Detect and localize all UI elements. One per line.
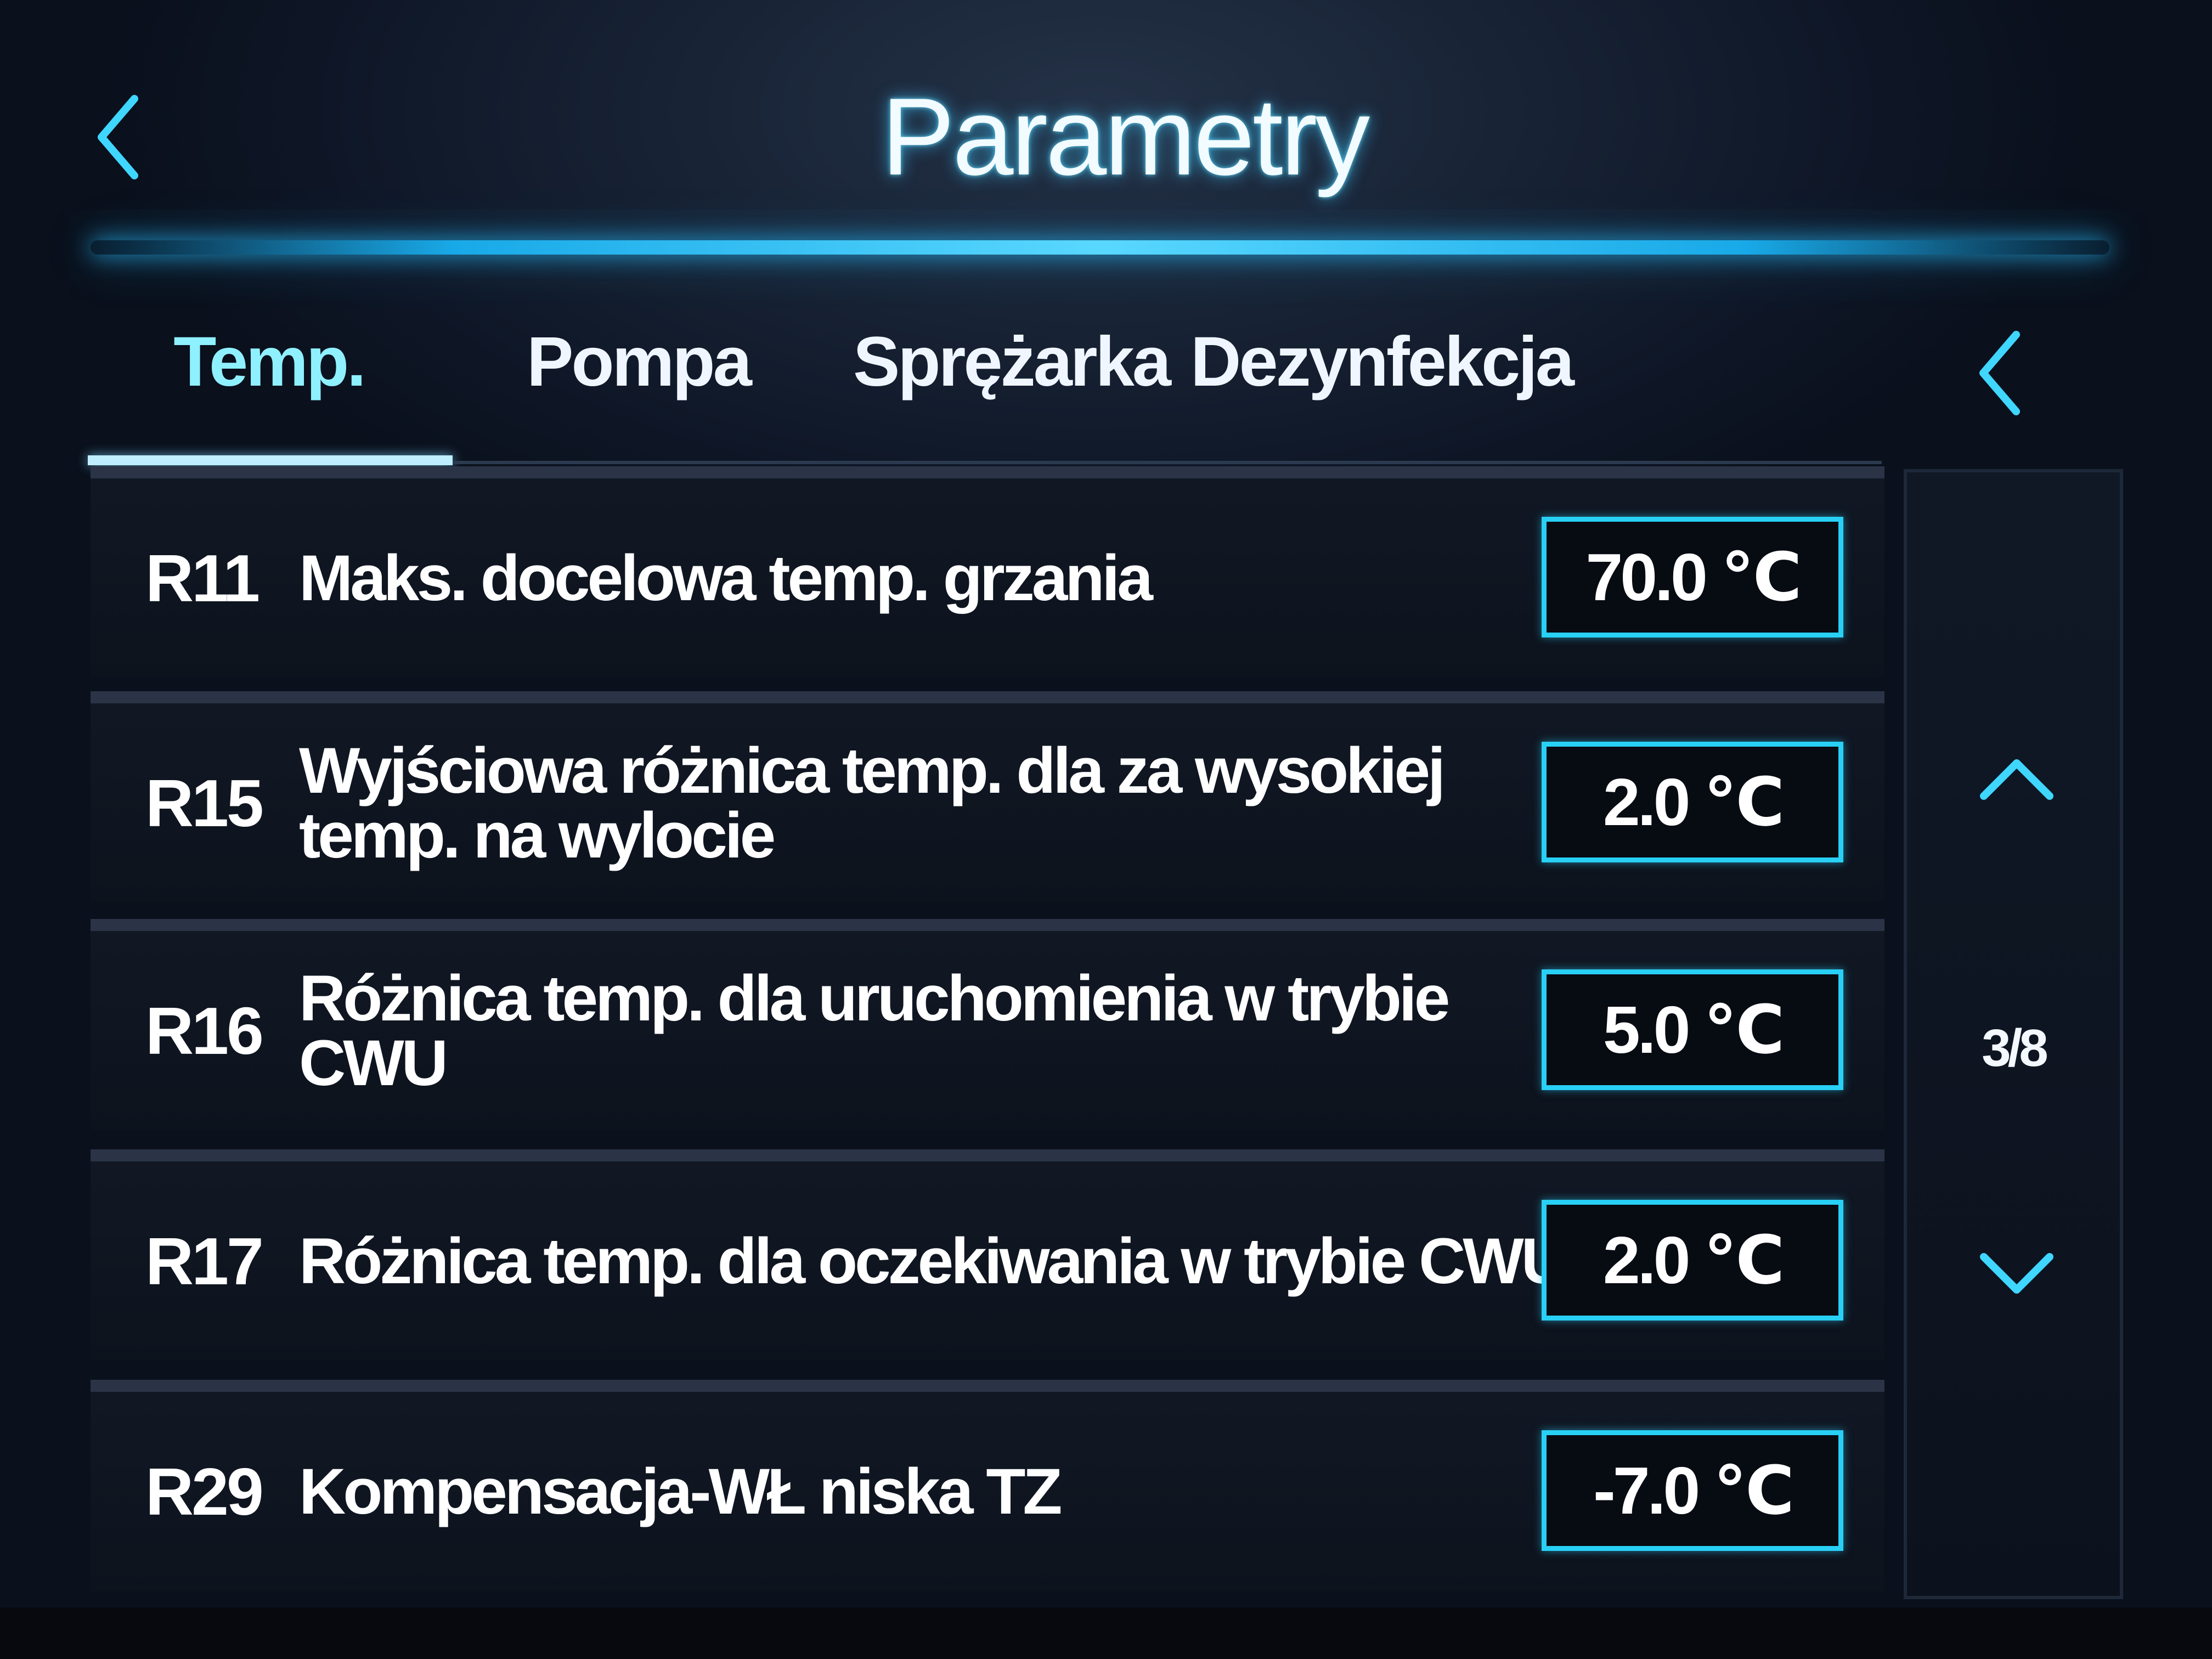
page-up-button[interactable] bbox=[1940, 725, 2094, 834]
parameter-list: R11 Maks. docelowa temp. grzania 70.0 ℃ … bbox=[91, 466, 1884, 1602]
chevron-left-icon bbox=[98, 95, 138, 179]
parameter-code: R11 bbox=[145, 540, 260, 616]
parameter-value-field[interactable]: 5.0 ℃ bbox=[1542, 969, 1843, 1090]
parameter-code: R29 bbox=[145, 1454, 264, 1529]
parameter-value-field[interactable]: -7.0 ℃ bbox=[1542, 1430, 1843, 1551]
page-down-button[interactable] bbox=[1940, 1218, 2094, 1328]
parameter-code: R15 bbox=[145, 765, 264, 840]
page-title: Parametry bbox=[881, 76, 1370, 198]
parameter-label: Kompensacja-WŁ niska TZ bbox=[299, 1455, 1063, 1528]
pagination-panel: 3/8 bbox=[1904, 469, 2123, 1599]
header-divider bbox=[91, 240, 2109, 255]
parameter-code: R17 bbox=[145, 1223, 264, 1299]
tabs-divider bbox=[453, 461, 1882, 464]
tab-sprezarka[interactable]: Sprężarka bbox=[853, 307, 1171, 417]
parameter-value-field[interactable]: 2.0 ℃ bbox=[1542, 1200, 1843, 1321]
back-button[interactable] bbox=[82, 82, 154, 192]
parameter-row-r17[interactable]: R17 Różnica temp. dla oczekiwania w tryb… bbox=[91, 1149, 1884, 1361]
page-indicator: 3/8 bbox=[1982, 1019, 2048, 1077]
parameter-value-field[interactable]: 70.0 ℃ bbox=[1542, 517, 1843, 637]
chevron-left-icon bbox=[1979, 331, 2020, 415]
screen-bezel bbox=[0, 1607, 2212, 1659]
tab-pompa[interactable]: Pompa bbox=[527, 307, 752, 417]
parameters-screen: Parametry Temp. Pompa Sprężarka Dezynfek… bbox=[0, 0, 2212, 1659]
parameter-label: Różnica temp. dla uruchomienia w trybie … bbox=[299, 962, 1450, 1099]
parameter-label: Maks. docelowa temp. grzania bbox=[299, 541, 1153, 614]
chevron-up-icon bbox=[1980, 759, 2053, 800]
parameter-label: Wyjściowa różnica temp. dla za wysokiej … bbox=[299, 734, 1446, 872]
tab-dezynfekcja[interactable]: Dezynfekcja bbox=[1190, 307, 1575, 417]
chevron-down-icon bbox=[1980, 1253, 2053, 1294]
parameter-row-r16[interactable]: R16 Różnica temp. dla uruchomienia w try… bbox=[91, 919, 1884, 1130]
parameter-row-r29[interactable]: R29 Kompensacja-WŁ niska TZ -7.0 ℃ bbox=[91, 1380, 1884, 1591]
tab-temp[interactable]: Temp. bbox=[165, 307, 373, 417]
tabs-prev-button[interactable] bbox=[1964, 318, 2035, 428]
parameter-label: Różnica temp. dla oczekiwania w trybie C… bbox=[299, 1224, 1568, 1297]
parameter-row-r15[interactable]: R15 Wyjściowa różnica temp. dla za wysok… bbox=[91, 691, 1884, 902]
parameter-value-field[interactable]: 2.0 ℃ bbox=[1542, 742, 1843, 862]
active-tab-indicator bbox=[88, 455, 453, 465]
parameter-row-r11[interactable]: R11 Maks. docelowa temp. grzania 70.0 ℃ bbox=[91, 466, 1884, 678]
parameter-code: R16 bbox=[145, 993, 264, 1068]
